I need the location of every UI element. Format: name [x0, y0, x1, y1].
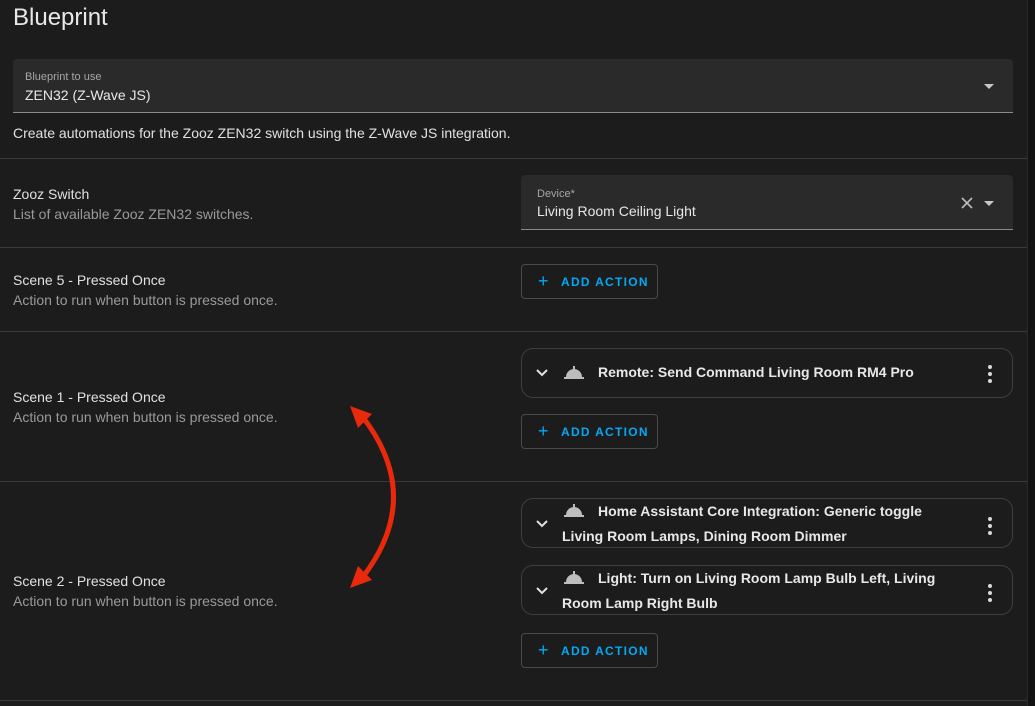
blueprint-description: Create automations for the Zooz ZEN32 sw… — [13, 125, 511, 141]
add-action-label: ADD ACTION — [561, 425, 649, 439]
dots-vertical-icon[interactable] — [988, 365, 992, 386]
divider — [0, 331, 1028, 332]
blueprint-select-label: Blueprint to use — [25, 71, 102, 83]
divider — [0, 158, 1028, 159]
plus-icon: + — [538, 271, 550, 291]
device-picker-value: Living Room Ceiling Light — [537, 203, 696, 219]
dots-vertical-icon[interactable] — [988, 517, 992, 538]
scene2-add-action-button[interactable]: + ADD ACTION — [521, 633, 658, 668]
scene2-action-card-2[interactable]: Light: Turn on Living Room Lamp Bulb Lef… — [521, 565, 1013, 615]
blueprint-select[interactable]: Blueprint to use ZEN32 (Z-Wave JS) — [13, 59, 1013, 113]
scene1-add-action-button[interactable]: + ADD ACTION — [521, 414, 658, 449]
menu-down-icon — [984, 84, 994, 89]
chevron-down-icon[interactable] — [536, 369, 548, 377]
chevron-down-icon[interactable] — [536, 520, 548, 528]
scene2-subtitle: Action to run when button is pressed onc… — [13, 593, 278, 609]
scene5-subtitle: Action to run when button is pressed onc… — [13, 292, 278, 308]
divider — [0, 247, 1028, 248]
action-text: Home Assistant Core Integration: Generic… — [562, 503, 922, 544]
double-headed-curved-arrow — [350, 406, 396, 588]
scene5-add-action-button[interactable]: + ADD ACTION — [521, 264, 658, 299]
scene2-title: Scene 2 - Pressed Once — [13, 573, 166, 589]
add-action-label: ADD ACTION — [561, 275, 649, 289]
menu-down-icon[interactable] — [984, 201, 994, 206]
dots-vertical-icon[interactable] — [988, 584, 992, 605]
scene2-action-card-1[interactable]: Home Assistant Core Integration: Generic… — [521, 498, 1013, 548]
scene1-subtitle: Action to run when button is pressed onc… — [13, 409, 278, 425]
scrollbar[interactable] — [1027, 0, 1035, 706]
chevron-down-icon[interactable] — [536, 587, 548, 595]
device-picker[interactable]: Device* Living Room Ceiling Light — [521, 175, 1013, 230]
zooz-switch-title: Zooz Switch — [13, 186, 90, 202]
divider — [0, 700, 1028, 701]
device-picker-label: Device* — [537, 188, 575, 200]
blueprint-editor: Blueprint Blueprint to use ZEN32 (Z-Wave… — [0, 0, 1028, 706]
blueprint-select-value: ZEN32 (Z-Wave JS) — [25, 87, 151, 103]
plus-icon: + — [538, 421, 550, 441]
add-action-label: ADD ACTION — [561, 644, 649, 658]
page-title: Blueprint — [13, 4, 108, 31]
scene1-action-card[interactable]: Remote: Send Command Living Room RM4 Pro — [521, 348, 1013, 398]
action-text: Light: Turn on Living Room Lamp Bulb Lef… — [562, 570, 936, 611]
scene1-title: Scene 1 - Pressed Once — [13, 389, 166, 405]
divider — [0, 481, 1028, 482]
plus-icon: + — [538, 640, 550, 660]
scene5-title: Scene 5 - Pressed Once — [13, 272, 166, 288]
close-icon[interactable] — [961, 197, 973, 209]
action-text: Remote: Send Command Living Room RM4 Pro — [598, 364, 914, 380]
zooz-switch-subtitle: List of available Zooz ZEN32 switches. — [13, 206, 254, 222]
